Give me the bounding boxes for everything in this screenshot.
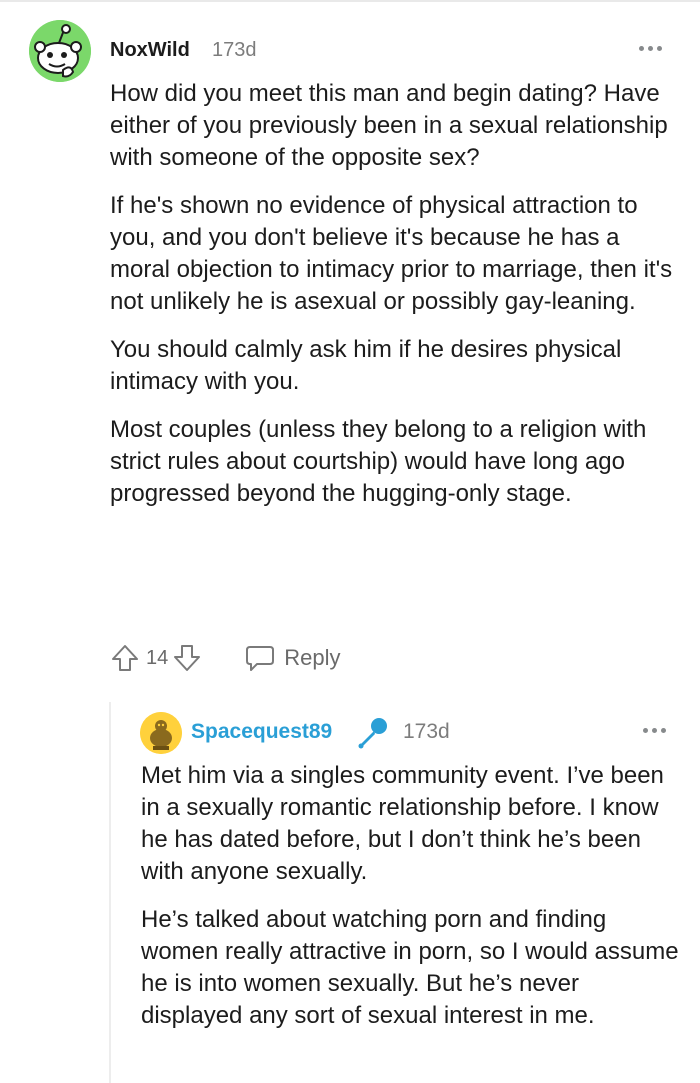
vote-count: 14 xyxy=(146,646,169,669)
reply-paragraph: Met him via a singles community event. I… xyxy=(141,762,664,885)
comment-paragraph: How did you meet this man and begin dati… xyxy=(110,80,668,171)
reply-username[interactable]: Spacequest89 xyxy=(191,720,332,744)
more-options-icon[interactable] xyxy=(630,38,670,58)
chat-bubble-icon xyxy=(244,643,276,673)
top-divider xyxy=(0,0,700,2)
comment-age: 173d xyxy=(212,39,257,61)
comment-username[interactable]: NoxWild xyxy=(110,39,190,62)
thread-line[interactable] xyxy=(109,702,111,1083)
comment-paragraph: Most couples (unless they belong to a re… xyxy=(110,416,647,507)
reply-age: 173d xyxy=(403,720,450,743)
user-avatar-icon[interactable] xyxy=(140,712,182,754)
comment-body: How did you meet this man and begin dati… xyxy=(110,78,685,526)
comment-actions: 14 Reply xyxy=(110,642,341,674)
downvote-arrow-icon[interactable] xyxy=(172,643,202,673)
more-options-icon[interactable] xyxy=(634,720,674,740)
reply-paragraph: He’s talked about watching porn and find… xyxy=(141,906,679,1029)
user-avatar-icon[interactable] xyxy=(29,20,91,82)
comment-paragraph: You should calmly ask him if he desires … xyxy=(110,336,622,395)
comment-paragraph: If he's shown no evidence of physical at… xyxy=(110,192,673,315)
upvote-arrow-icon[interactable] xyxy=(110,643,140,673)
reply-body: Met him via a singles community event. I… xyxy=(141,760,686,1048)
microphone-icon xyxy=(355,716,391,755)
reply-button[interactable]: Reply xyxy=(244,643,341,673)
reply-label: Reply xyxy=(284,645,341,670)
